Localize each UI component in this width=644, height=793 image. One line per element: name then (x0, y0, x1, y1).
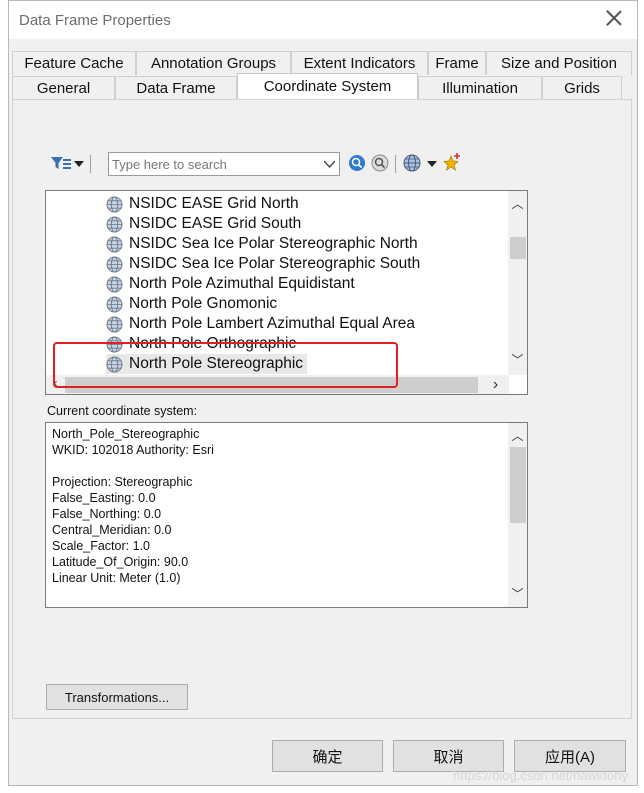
detail-line: Central_Meridian: 0.0 (52, 523, 172, 537)
tab-feature-cache[interactable]: Feature Cache (12, 51, 136, 75)
detail-line: False_Easting: 0.0 (52, 491, 156, 505)
close-icon[interactable] (605, 9, 623, 27)
scroll-up-icon[interactable]: ︿ (508, 195, 527, 212)
tab-illumination[interactable]: Illumination (418, 76, 542, 100)
tab-general[interactable]: General (12, 76, 115, 100)
tree-item-label: North Pole Gnomonic (129, 295, 278, 312)
chevron-down-icon[interactable] (427, 161, 437, 167)
toolbar (38, 152, 468, 178)
vertical-scrollbar[interactable]: ︿ ﹀ (508, 423, 527, 607)
search-dropdown-icon[interactable] (324, 159, 335, 169)
current-coordinate-system-label: Current coordinate system: (47, 404, 198, 418)
tab-row-2: General Data Frame Coordinate System Ill… (12, 73, 622, 100)
search-input[interactable] (112, 155, 317, 173)
selection-highlight-annotation (53, 342, 398, 388)
tree-item-label: North Pole Lambert Azimuthal Equal Area (129, 315, 416, 332)
tree-item-label: North Pole Azimuthal Equidistant (129, 275, 355, 292)
current-coordinate-system-details: North_Pole_Stereographic WKID: 102018 Aut… (45, 422, 528, 608)
tab-annotation-groups[interactable]: Annotation Groups (136, 51, 291, 75)
watermark: https://blog.csdn.net/hawktony (453, 768, 628, 783)
tree-item-label: NSIDC Sea Ice Polar Stereographic North (129, 235, 418, 252)
detail-line: WKID: 102018 Authority: Esri (52, 443, 214, 457)
scroll-down-icon[interactable]: ﹀ (508, 585, 527, 602)
scroll-thumb[interactable] (510, 447, 526, 523)
scroll-thumb[interactable] (510, 237, 526, 259)
tab-data-frame[interactable]: Data Frame (115, 76, 237, 100)
tree-item[interactable]: North Pole Azimuthal Equidistant (106, 274, 355, 294)
globe-icon (106, 296, 123, 312)
globe-icon (106, 216, 123, 232)
detail-line: False_Northing: 0.0 (52, 507, 162, 521)
tree-item[interactable]: NSIDC Sea Ice Polar Stereographic South (106, 254, 420, 274)
tab-grids[interactable]: Grids (542, 76, 622, 100)
tree-item[interactable]: NSIDC Sea Ice Polar Stereographic North (106, 234, 418, 254)
tab-extent-indicators[interactable]: Extent Indicators (291, 51, 428, 75)
detail-line: Scale_Factor: 1.0 (52, 539, 150, 553)
globe-icon (106, 196, 123, 212)
search-icon[interactable] (348, 154, 366, 172)
scroll-down-icon[interactable]: ﹀ (508, 351, 527, 368)
tab-size-and-position[interactable]: Size and Position (486, 51, 632, 75)
tree-item-label: NSIDC Sea Ice Polar Stereographic South (129, 255, 421, 272)
globe-icon (106, 256, 123, 272)
clear-search-icon[interactable] (371, 154, 389, 172)
tree-item-label: NSIDC EASE Grid South (129, 215, 302, 232)
vertical-scrollbar[interactable]: ︿ ﹀ (508, 191, 527, 375)
window-title: Data Frame Properties (19, 12, 171, 29)
detail-line: North_Pole_Stereographic (52, 427, 200, 441)
globe-icon[interactable] (403, 154, 421, 172)
detail-line: Linear Unit: Meter (1.0) (52, 571, 181, 585)
toolbar-separator (90, 155, 91, 173)
toolbar-separator (395, 155, 396, 173)
transformations-button[interactable]: Transformations... (46, 684, 188, 710)
filter-icon[interactable] (50, 155, 72, 173)
tree-item-label: NSIDC EASE Grid North (129, 195, 299, 212)
scroll-up-icon[interactable]: ︿ (508, 427, 527, 444)
tree-item[interactable]: NSIDC EASE Grid North (106, 194, 299, 214)
tree-item[interactable]: North Pole Lambert Azimuthal Equal Area (106, 314, 415, 334)
tree-item[interactable]: North Pole Gnomonic (106, 294, 277, 314)
scroll-right-icon[interactable]: › (486, 376, 505, 394)
globe-icon (106, 276, 123, 292)
ok-button[interactable]: 确定 (272, 740, 383, 772)
globe-icon (106, 236, 123, 252)
tree-item[interactable]: NSIDC EASE Grid South (106, 214, 301, 234)
tab-frame[interactable]: Frame (428, 51, 486, 75)
detail-line: Projection: Stereographic (52, 475, 193, 489)
search-input-box[interactable] (108, 152, 340, 176)
title-bar: Data Frame Properties (9, 1, 637, 39)
chevron-down-icon[interactable] (74, 161, 84, 167)
globe-icon (106, 316, 123, 332)
tab-coordinate-system[interactable]: Coordinate System (237, 73, 418, 99)
add-favorite-icon[interactable] (443, 153, 461, 173)
tab-row-1: Feature Cache Annotation Groups Extent I… (12, 51, 632, 75)
detail-line: Latitude_Of_Origin: 90.0 (52, 555, 189, 569)
